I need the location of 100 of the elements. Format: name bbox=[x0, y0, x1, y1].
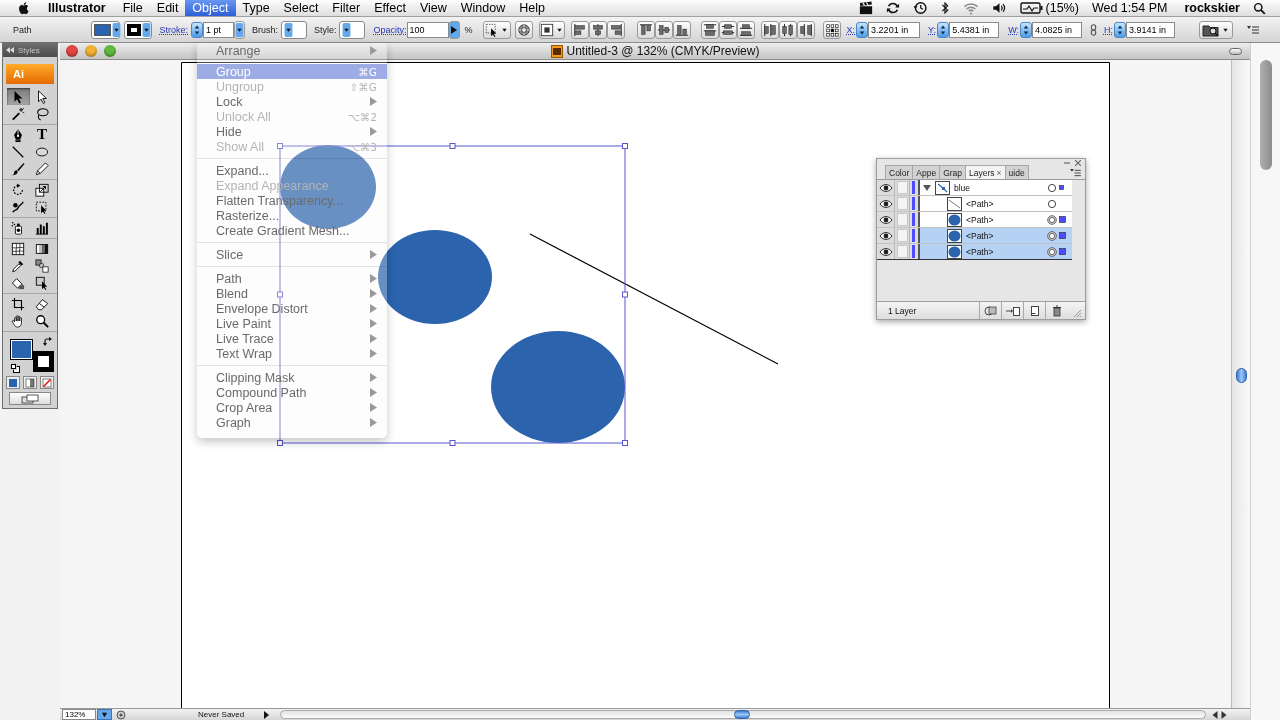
opacity-field[interactable]: 100 bbox=[406, 21, 449, 38]
zoom-field[interactable]: 132% bbox=[62, 709, 96, 720]
layer-row[interactable]: blue bbox=[920, 180, 1072, 195]
menu-item[interactable]: Window bbox=[453, 0, 513, 16]
scroll-thumb[interactable] bbox=[1235, 368, 1247, 383]
transform-field[interactable]: 4.0825 in bbox=[1031, 21, 1082, 38]
menu-item[interactable]: Lock bbox=[197, 94, 387, 109]
menu-item[interactable]: Live Trace bbox=[197, 331, 387, 346]
transform-field[interactable]: 3.2201 in bbox=[868, 21, 921, 38]
zoom-button[interactable] bbox=[104, 45, 116, 57]
menu-item[interactable]: Live Paint bbox=[197, 316, 387, 331]
menu-item[interactable]: Clipping Mask bbox=[197, 370, 387, 385]
lock-toggle[interactable] bbox=[895, 228, 910, 243]
panel-tab[interactable]: Color bbox=[885, 165, 914, 179]
fill-color-dropdown[interactable] bbox=[90, 20, 120, 39]
menu-item[interactable]: Compound Path bbox=[197, 385, 387, 400]
menu-item[interactable]: File bbox=[115, 0, 150, 16]
menu-item[interactable]: Object bbox=[185, 0, 236, 16]
distribute-button[interactable] bbox=[718, 20, 737, 39]
stroke-color-dropdown[interactable] bbox=[123, 20, 152, 39]
collapse-arrows-icon[interactable] bbox=[6, 47, 14, 53]
stroke-weight-dropdown[interactable] bbox=[234, 20, 246, 39]
opacity-link[interactable]: Opacity: bbox=[373, 24, 407, 35]
layer-row[interactable]: <Path> bbox=[920, 244, 1072, 259]
scroll-thumb[interactable] bbox=[734, 710, 751, 719]
transform-field[interactable]: 5.4381 in bbox=[949, 21, 1000, 38]
tab-close-button[interactable]: × bbox=[996, 167, 1002, 178]
circle-icon[interactable] bbox=[116, 709, 126, 720]
battery-icon[interactable] bbox=[1019, 1, 1044, 15]
menu-item[interactable]: Slice bbox=[197, 247, 387, 262]
screen-mode-button[interactable] bbox=[9, 392, 51, 405]
search-icon[interactable] bbox=[1253, 1, 1266, 15]
speaker-icon[interactable] bbox=[991, 1, 1007, 15]
align-to-button[interactable] bbox=[538, 20, 565, 39]
clock-label[interactable]: Wed 1:54 PM bbox=[1091, 1, 1168, 15]
scroll-thumb[interactable] bbox=[1259, 60, 1272, 170]
distribute-button[interactable] bbox=[736, 20, 755, 39]
menu-item[interactable]: Effect bbox=[367, 0, 413, 16]
wifi-icon[interactable] bbox=[962, 1, 979, 15]
swap-arrows-icon[interactable] bbox=[43, 337, 53, 347]
menu-item[interactable]: Arrange bbox=[197, 43, 387, 58]
user-name[interactable]: rockskier bbox=[1184, 1, 1240, 15]
apple-logo-icon[interactable] bbox=[17, 0, 31, 16]
lock-toggle[interactable] bbox=[895, 212, 910, 227]
recolor-button[interactable] bbox=[514, 20, 533, 39]
stroke-link[interactable]: Stroke: bbox=[159, 24, 189, 35]
scroll-left-icon[interactable] bbox=[1212, 710, 1219, 719]
graphic-style-dropdown[interactable] bbox=[338, 20, 365, 39]
distribute-button[interactable] bbox=[778, 20, 797, 39]
menu-item[interactable]: Rasterize... bbox=[197, 208, 387, 223]
zoom-dropdown[interactable] bbox=[97, 709, 112, 720]
stepper-button[interactable] bbox=[1019, 21, 1032, 38]
panel-tab-label[interactable]: Styles bbox=[18, 45, 40, 55]
panel-tab[interactable]: uide bbox=[1004, 165, 1029, 179]
tool-button[interactable] bbox=[6, 88, 30, 105]
toolbar-toggle-button[interactable] bbox=[1229, 47, 1242, 55]
target-ring-icon[interactable] bbox=[1047, 198, 1057, 209]
minimize-button[interactable] bbox=[85, 45, 97, 57]
stepper-button[interactable] bbox=[856, 21, 869, 38]
distribute-button[interactable] bbox=[700, 20, 719, 39]
lock-toggle[interactable] bbox=[895, 244, 910, 259]
double-ring-icon[interactable] bbox=[1047, 246, 1057, 257]
stepper-button[interactable] bbox=[937, 21, 950, 38]
menu-item[interactable]: Crop Area bbox=[197, 400, 387, 415]
horizontal-scrollbar[interactable] bbox=[280, 710, 1207, 719]
sync-arrows-icon[interactable] bbox=[885, 1, 900, 15]
distribute-button[interactable] bbox=[760, 20, 779, 39]
transform-link[interactable]: Y: bbox=[928, 24, 937, 35]
disclosure-triangle-icon[interactable] bbox=[923, 183, 931, 192]
menu-item[interactable]: Help bbox=[512, 0, 552, 16]
menu-item[interactable]: Type bbox=[235, 0, 277, 16]
stepper-button[interactable] bbox=[1113, 21, 1126, 38]
panel-tab[interactable]: Grap bbox=[939, 165, 967, 179]
transform-link[interactable]: X: bbox=[846, 24, 856, 35]
layer-row[interactable]: <Path> bbox=[920, 212, 1072, 227]
panel-menu-icon[interactable] bbox=[1246, 24, 1259, 35]
lock-toggle[interactable] bbox=[895, 196, 910, 211]
menu-item[interactable]: Graph bbox=[197, 415, 387, 430]
bluetooth-icon[interactable] bbox=[939, 1, 950, 15]
fill-mode-button[interactable] bbox=[40, 376, 54, 389]
menu-item[interactable]: Path bbox=[197, 271, 387, 286]
reference-point-button[interactable] bbox=[822, 20, 841, 39]
isolate-button[interactable] bbox=[482, 20, 511, 39]
menu-item[interactable]: Create Gradient Mesh... bbox=[197, 223, 387, 238]
app-menu[interactable]: Illustrator bbox=[48, 1, 106, 15]
layer-row[interactable]: <Path> bbox=[920, 228, 1072, 243]
stroke-swatch[interactable] bbox=[33, 351, 54, 372]
overlapping-squares-icon[interactable] bbox=[10, 363, 20, 373]
panel-tab[interactable]: Appe bbox=[912, 165, 941, 179]
tool-button[interactable]: T bbox=[30, 126, 54, 143]
align-button[interactable] bbox=[588, 20, 607, 39]
fill-mode-button[interactable] bbox=[23, 376, 37, 389]
new-sublayer-button[interactable] bbox=[1001, 302, 1023, 319]
distribute-button[interactable] bbox=[796, 20, 815, 39]
menu-item[interactable]: Edit bbox=[149, 0, 186, 16]
fill-mode-button[interactable] bbox=[6, 376, 20, 389]
close-icon[interactable] bbox=[1075, 160, 1081, 166]
close-button[interactable] bbox=[66, 45, 78, 57]
resize-grip-icon[interactable] bbox=[1073, 308, 1082, 318]
align-button[interactable] bbox=[606, 20, 625, 39]
